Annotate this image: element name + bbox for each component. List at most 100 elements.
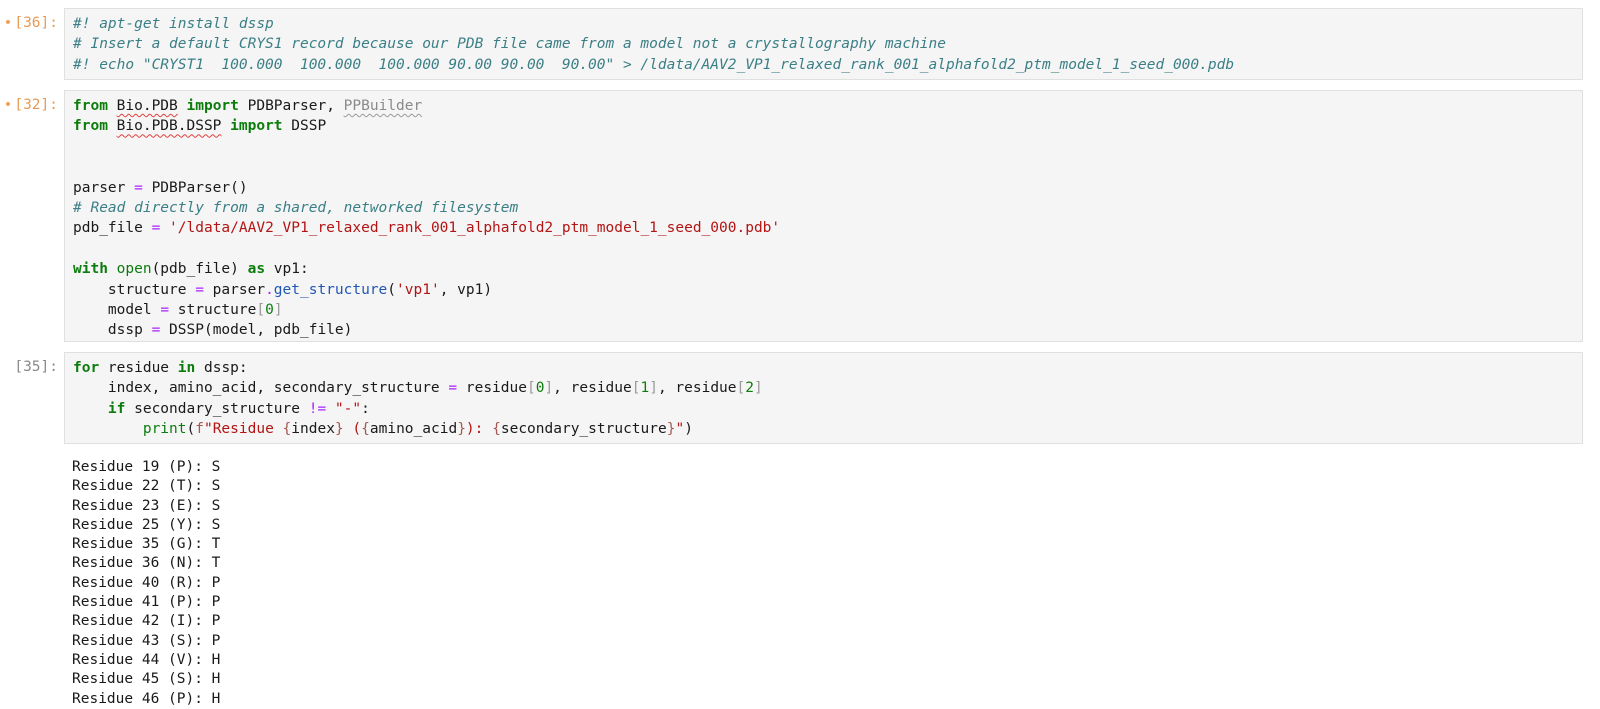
execution-count: • [32]:: [3, 97, 58, 113]
code-token: {: [361, 421, 370, 438]
code-token: PDBParser(): [142, 179, 248, 196]
code-token: .: [265, 281, 274, 298]
code-token: dssp:: [195, 360, 248, 376]
code-line: index, amino_acid, secondary_structure =…: [73, 378, 1582, 398]
execution-count: • [36]:: [3, 15, 58, 31]
code-token: get_structure: [273, 281, 388, 298]
code-line: #! apt-get install dssp: [73, 14, 1582, 34]
code-token: DSSP(model, pdb_file): [160, 322, 353, 339]
code-token: (: [343, 421, 362, 438]
code-token: [: [526, 380, 536, 397]
code-cell-36[interactable]: • [36]: #! apt-get install dssp # Insert a…: [0, 8, 1600, 80]
code-token: residue: [99, 360, 178, 376]
code-line: structure = parser.get_structure('vp1', …: [73, 280, 1582, 300]
code-token: 'vp1': [396, 281, 440, 298]
modified-indicator-icon: •: [3, 15, 13, 31]
code-token: secondary_structure: [125, 400, 309, 417]
code-token: ]: [754, 380, 763, 397]
code-token: , vp1): [439, 281, 493, 298]
code-token: parser: [203, 281, 266, 298]
code-line: from Bio.PDB.DSSP import DSSP: [73, 116, 1582, 136]
code-token: =: [195, 281, 204, 298]
output-line: Residue 22 (T): S: [72, 478, 221, 495]
code-token: dssp: [73, 322, 152, 339]
code-token: amino_acid: [369, 421, 458, 438]
code-token: as: [247, 261, 266, 278]
code-token: =: [160, 301, 170, 318]
code-line: dssp = DSSP(model, pdb_file): [73, 320, 1582, 340]
code-token: , residue: [657, 380, 737, 397]
code-line: for residue in dssp:: [73, 358, 1582, 378]
code-token: structure: [73, 281, 196, 298]
output-line: Residue 36 (N): T: [72, 555, 221, 572]
code-token: index: [291, 421, 335, 438]
code-line: # Insert a default CRYS1 record because …: [73, 34, 1582, 54]
code-token: with: [73, 261, 108, 278]
code-token: '/ldata/AAV2_VP1_relaxed_rank_001_alphaf…: [169, 220, 781, 237]
code-token: , residue: [553, 380, 632, 397]
code-token: # Insert a default CRYS1 record because …: [73, 36, 946, 53]
cell-output: Residue 19 (P): S Residue 22 (T): S Residu…: [72, 458, 220, 709]
code-token: secondary_structure: [500, 421, 667, 438]
code-cell-35[interactable]: [35]: for residue in dssp: index, amino_…: [0, 352, 1600, 444]
code-token: # Read directly from a shared, networked…: [73, 199, 519, 216]
code-token: import: [230, 118, 283, 135]
code-line: # Read directly from a shared, networked…: [73, 198, 1582, 218]
output-line: Residue 40 (R): P: [72, 574, 221, 591]
code-token: "-": [334, 400, 362, 417]
code-token: ": [675, 421, 685, 438]
code-line: from Bio.PDB import PDBParser, PPBuilder: [73, 96, 1582, 116]
output-line: Residue 19 (P): S: [72, 459, 221, 475]
code-token: !=: [308, 400, 327, 417]
code-line: print(f"Residue {index} ({amino_acid}): …: [73, 419, 1582, 439]
code-token: 1: [640, 380, 650, 397]
code-editor[interactable]: from Bio.PDB import PDBParser, PPBuilder…: [64, 90, 1583, 342]
code-token: #! apt-get install dssp: [73, 16, 274, 32]
output-line: Residue 44 (V): H: [72, 651, 221, 668]
output-line: Residue 45 (S): H: [72, 671, 221, 688]
code-token: ]: [649, 380, 658, 397]
output-line: Residue 35 (G): T: [72, 536, 221, 553]
code-line: with open(pdb_file) as vp1:: [73, 259, 1582, 279]
code-token: PPBuilder: [343, 98, 423, 114]
code-token: import: [186, 98, 239, 114]
code-token: ]: [273, 301, 283, 318]
code-token: in: [177, 360, 196, 376]
modified-indicator-icon: •: [3, 97, 13, 113]
code-token: =: [448, 380, 458, 397]
code-token: open: [116, 261, 152, 278]
code-editor[interactable]: for residue in dssp: index, amino_acid, …: [64, 352, 1583, 444]
code-token: (: [387, 281, 397, 298]
code-token: :: [361, 400, 370, 417]
code-token: print: [142, 421, 187, 438]
code-token: =: [134, 179, 143, 196]
code-token: ]: [544, 380, 554, 397]
code-token: [: [736, 380, 746, 397]
code-line: parser = PDBParser(): [73, 178, 1582, 198]
code-token: {: [282, 421, 292, 438]
code-token: residue: [457, 380, 527, 397]
code-token: parser: [73, 179, 135, 196]
code-token: pdb_file: [73, 220, 152, 237]
code-editor[interactable]: #! apt-get install dssp # Insert a defaul…: [64, 8, 1583, 80]
code-token: #! echo "CRYST1 100.000 100.000 100.000 …: [73, 56, 1235, 73]
code-token: if: [107, 400, 126, 417]
code-token: (pdb_file): [151, 261, 248, 278]
code-token: ):: [465, 421, 493, 438]
code-token: index, amino_acid, secondary_structure: [73, 380, 449, 397]
code-token: "Residue: [203, 421, 283, 438]
code-token: =: [151, 220, 161, 237]
code-cell-32[interactable]: • [32]: from Bio.PDB import PDBParser, PP…: [0, 90, 1600, 342]
output-line: Residue 42 (I): P: [72, 613, 221, 630]
code-token: model: [73, 301, 161, 318]
output-line: Residue 46 (P): H: [72, 690, 221, 707]
output-line: Residue 41 (P): P: [72, 594, 221, 611]
